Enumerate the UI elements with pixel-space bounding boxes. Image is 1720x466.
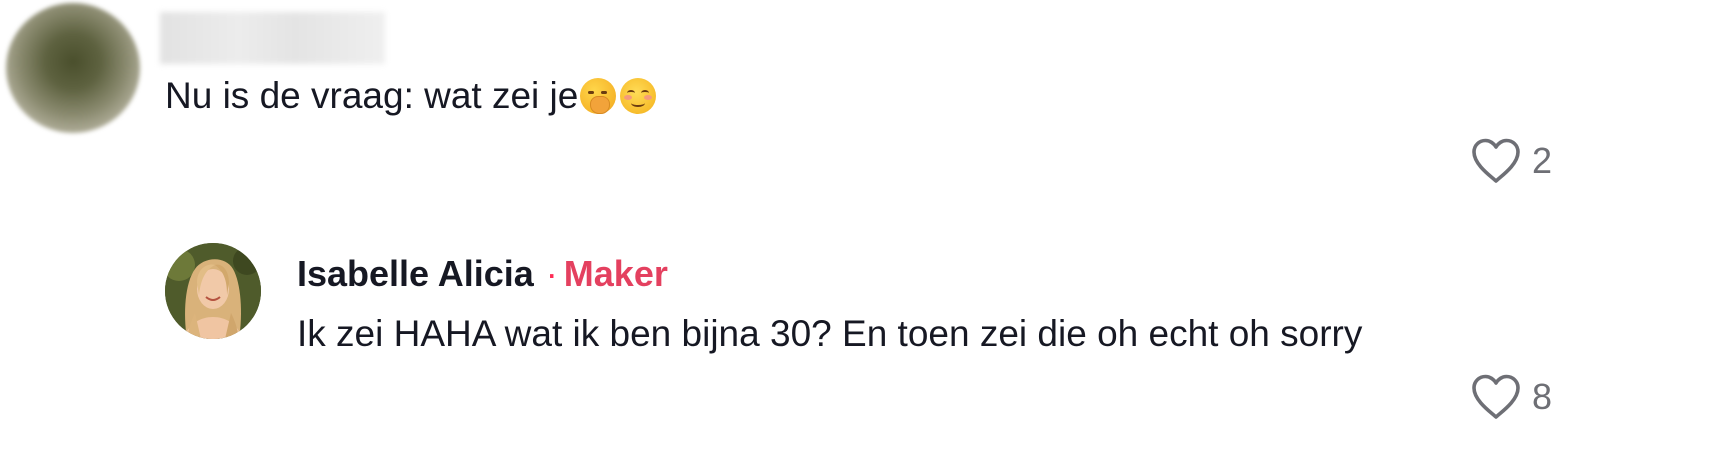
heart-outline-icon[interactable] <box>1470 137 1522 185</box>
reply-author-name[interactable]: Isabelle Alicia <box>297 253 534 294</box>
face-with-hand-over-mouth-icon <box>580 78 617 114</box>
reply-separator: · <box>545 253 558 294</box>
like-count: 8 <box>1532 376 1553 417</box>
creator-badge: Maker <box>563 253 668 294</box>
smiling-face-icon <box>620 78 657 114</box>
comment-text-body: Nu is de vraag: wat zei je <box>165 75 579 116</box>
commenter-avatar[interactable] <box>6 3 140 133</box>
like-count: 2 <box>1532 140 1553 181</box>
commenter-username-redacted <box>160 12 385 64</box>
reply-header: Isabelle Alicia · Maker <box>297 252 668 296</box>
reply-author-avatar[interactable] <box>165 243 261 339</box>
comment-like-button[interactable]: 2 <box>1470 137 1552 185</box>
heart-outline-icon[interactable] <box>1470 373 1522 421</box>
reply-like-button[interactable]: 8 <box>1470 373 1552 421</box>
comment-text: Nu is de vraag: wat zei je <box>165 74 657 118</box>
reply-text: Ik zei HAHA wat ik ben bijna 30? En toen… <box>297 313 1363 354</box>
